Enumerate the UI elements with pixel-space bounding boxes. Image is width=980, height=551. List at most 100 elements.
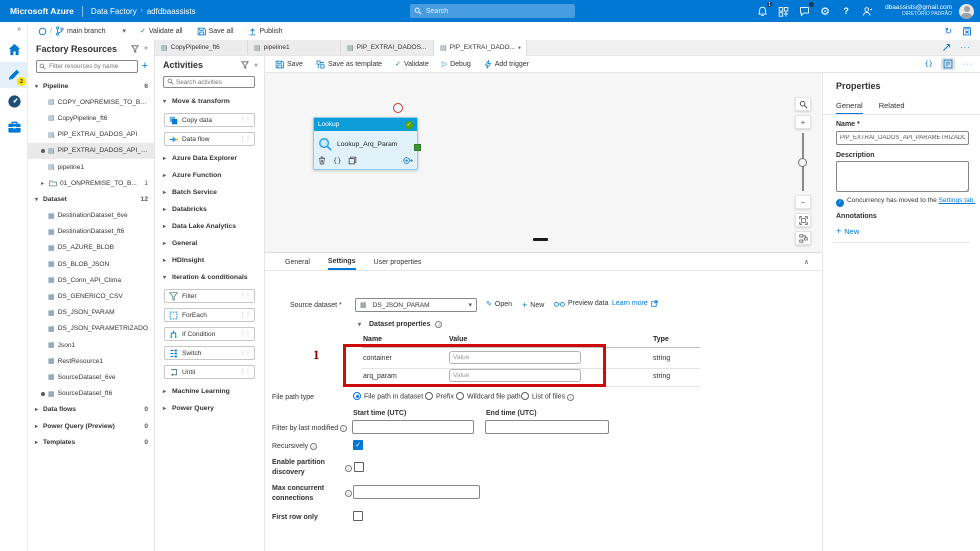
zoom-slider[interactable] [795, 133, 811, 191]
learn-more-link[interactable]: Learn more [612, 300, 658, 307]
tab-properties-related[interactable]: Related [879, 101, 905, 115]
filter-funnel-icon[interactable] [241, 61, 250, 69]
tree-item-dataset[interactable]: ▦ DS_GENERICO_CSV [28, 288, 154, 304]
tree-item-dataset[interactable]: ▦ DS_Conn_API_Clima [28, 272, 154, 288]
activity-chip-copy-data[interactable]: Copy data ⋮⋮ [164, 113, 255, 127]
tree-item-pipeline[interactable]: ▤ COPY_ONPREMISE_TO_BLOB [28, 94, 154, 110]
tree-section-dataset[interactable]: ▾ Dataset 12 [28, 191, 154, 207]
more-icon[interactable]: ··· [963, 61, 973, 68]
tab-copypipeline-ft6[interactable]: ▤ CopyPipeline_ft6 [155, 40, 248, 55]
tree-item-dataset[interactable]: ▦ Json1 [28, 337, 154, 353]
properties-toggle-icon[interactable] [941, 58, 955, 70]
tree-item-dataset[interactable]: ▦ RestResource1 [28, 353, 154, 369]
recursively-checkbox[interactable]: ✓ [353, 440, 363, 450]
group-iteration-conditionals[interactable]: ▾ Iteration & conditionals [155, 270, 264, 285]
delete-icon[interactable] [318, 156, 326, 165]
description-textarea[interactable] [836, 161, 969, 192]
tree-section-templates[interactable]: ▸ Templates 0 [28, 434, 154, 450]
group-azure-data-explorer[interactable]: ▸ Azure Data Explorer [155, 151, 264, 166]
collapse-panel-icon[interactable]: « [254, 62, 258, 69]
clone-icon[interactable] [348, 156, 357, 165]
tree-item-dataset[interactable]: ▦ SourceDataset_ft6 [28, 386, 154, 402]
code-icon[interactable]: {} [333, 157, 341, 165]
group-batch-service[interactable]: ▸ Batch Service [155, 185, 264, 200]
pipeline-canvas[interactable]: Lookup ✓ Lookup_Arq_Param {} + − [265, 73, 821, 252]
repo-branch-selector[interactable]: / main branch ▾ [38, 26, 126, 36]
tab-pipeline1[interactable]: ▤ pipeline1 [248, 40, 341, 55]
tree-item-pipeline[interactable]: ▤ PIP_EXTRAI_DADOS_API [28, 127, 154, 143]
group-general[interactable]: ▸ General [155, 236, 264, 251]
radio-file-path-in-dataset[interactable]: File path in dataset [353, 392, 423, 401]
first-row-only-checkbox[interactable] [353, 511, 363, 521]
tree-item-dataset[interactable]: ▦ DS_AZURE_BLOB [28, 240, 154, 256]
tree-item-pipeline-selected[interactable]: ▤PIP_EXTRAI_DADOS_API_PAR... [28, 142, 154, 159]
feedback-person-icon[interactable] [860, 4, 874, 18]
tree-item-pipeline[interactable]: ▤ pipeline1 [28, 159, 154, 175]
nav-monitor-button[interactable] [0, 88, 28, 114]
tab-settings[interactable]: Settings [327, 254, 356, 270]
activity-chip-if-condition[interactable]: If Condition ⋮⋮ [164, 327, 255, 341]
tree-item-dataset[interactable]: ▦ DS_JSON_PARAM [28, 305, 154, 321]
partition-discovery-checkbox[interactable] [354, 462, 364, 472]
feedback-chat-icon[interactable] [797, 1, 816, 18]
refresh-icon[interactable]: ↻ [944, 26, 952, 37]
output-port[interactable] [414, 144, 421, 151]
tree-item-dataset[interactable]: ▦ DestinationDataset_ft6 [28, 224, 154, 240]
group-power-query[interactable]: ▸ Power Query [155, 401, 264, 416]
code-view-icon[interactable]: {} [925, 60, 933, 68]
collapse-panel-icon[interactable]: « [144, 45, 148, 52]
nav-manage-button[interactable] [0, 114, 28, 140]
filter-funnel-icon[interactable] [131, 44, 140, 53]
publish-button[interactable]: Publish [248, 27, 282, 36]
account-info[interactable]: dbaassists@gmail.com DIRETÓRIO PADRÃO [885, 4, 952, 17]
tab-user-properties[interactable]: User properties [374, 255, 422, 269]
tree-folder[interactable]: ▸ 01_ONPREMISE_TO_B... 1 [28, 175, 154, 191]
tree-item-dataset[interactable]: ▦ DS_BLOB_JSON [28, 256, 154, 272]
new-annotation-button[interactable]: + New [836, 226, 859, 236]
group-machine-learning[interactable]: ▸ Machine Learning [155, 384, 264, 399]
open-dataset-button[interactable]: ✎ Open [486, 300, 512, 309]
breadcrumb-instance[interactable]: adfdbaassists [147, 7, 196, 16]
save-all-button[interactable]: Save all [197, 27, 234, 36]
zoom-out-button[interactable]: − [795, 195, 811, 209]
debug-button[interactable]: ▷ Debug [442, 60, 471, 69]
collapse-panel-chevron-icon[interactable]: ∧ [804, 258, 821, 266]
start-time-input[interactable] [352, 420, 474, 434]
tab-pip-extrai-dados[interactable]: ▤ PIP_EXTRAI_DADOS... [341, 40, 434, 55]
radio-prefix[interactable]: Prefix [425, 392, 454, 401]
preview-data-button[interactable]: Preview data [554, 300, 608, 307]
directory-filter-icon[interactable] [776, 4, 790, 18]
group-databricks[interactable]: ▸ Databricks [155, 202, 264, 217]
slider-thumb[interactable] [798, 158, 807, 167]
radio-list-of-files[interactable]: List of files i [521, 392, 575, 401]
end-time-input[interactable] [485, 420, 609, 434]
group-hdinsight[interactable]: ▸ HDInsight [155, 253, 264, 268]
activity-chip-data-flow[interactable]: Data flow ⋮⋮ [164, 132, 255, 146]
tab-general[interactable]: General [285, 255, 310, 269]
tab-pip-extrai-dados-parametrizado[interactable]: ▤ PIP_EXTRAI_DADO... ● [434, 40, 527, 56]
activity-chip-filter[interactable]: Filter ⋮⋮ [164, 289, 255, 303]
tree-section-pipeline[interactable]: ▾ Pipeline 6 [28, 78, 154, 94]
fit-to-screen-icon[interactable] [795, 213, 811, 227]
more-icon[interactable]: ··· [960, 43, 971, 52]
nav-author-button[interactable]: 2 [0, 62, 28, 88]
azure-brand[interactable]: Microsoft Azure [10, 6, 74, 16]
breakpoint-circle[interactable] [393, 103, 403, 113]
canvas-horizontal-scrollbar[interactable] [533, 238, 548, 241]
max-concurrent-connections-input[interactable] [353, 485, 480, 499]
search-activities-input[interactable] [163, 76, 255, 88]
notifications-bell-icon[interactable]: 1 [755, 1, 774, 18]
nav-home-button[interactable] [0, 36, 28, 62]
source-dataset-dropdown[interactable]: ▦ DS_JSON_PARAM ▾ [355, 298, 477, 312]
help-icon[interactable]: ? [839, 4, 853, 18]
pipeline-name-input[interactable] [836, 131, 969, 145]
search-input[interactable] [410, 4, 575, 18]
new-dataset-button[interactable]: + New [522, 300, 544, 310]
add-trigger-button[interactable]: Add trigger [484, 59, 529, 69]
validate-all-button[interactable]: ✓ Validate all [140, 27, 183, 36]
zoom-in-button[interactable]: + [795, 115, 811, 129]
zoom-fit-icon[interactable] [795, 97, 811, 111]
auto-align-icon[interactable] [795, 231, 811, 245]
tree-section-power-query[interactable]: ▸ Power Query (Preview) 0 [28, 418, 154, 434]
tree-item-dataset[interactable]: ▦ DS_JSON_PARAMETRIZADO [28, 321, 154, 337]
